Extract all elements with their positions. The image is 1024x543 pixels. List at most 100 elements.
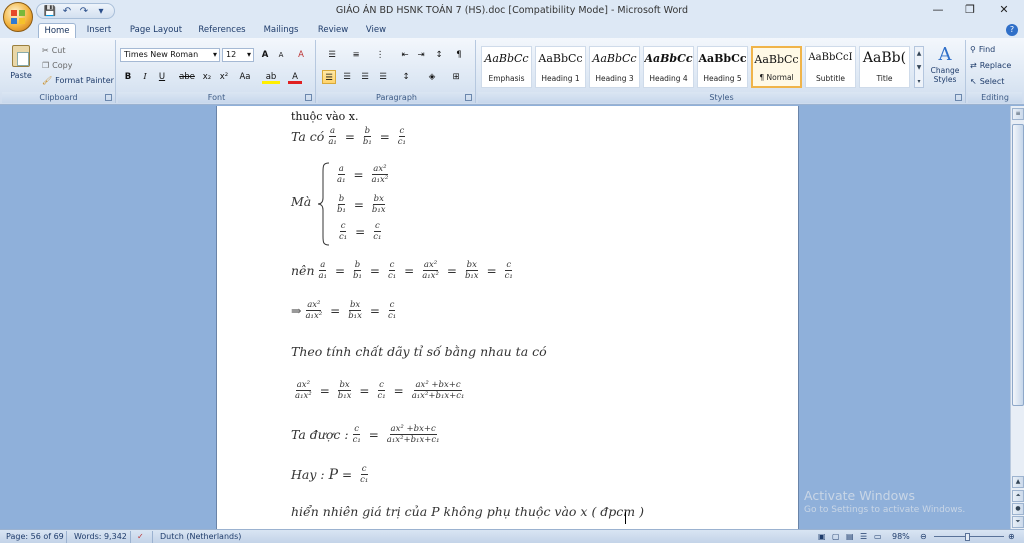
office-button[interactable]	[3, 2, 33, 32]
numerator: bx	[465, 260, 478, 271]
multilevel-list-icon[interactable]: ⋮	[370, 48, 390, 62]
replace-button[interactable]: ⇄ Replace	[970, 59, 1011, 72]
find-button[interactable]: ⚲ Find	[970, 43, 995, 56]
browse-object-icon[interactable]: ●	[1012, 503, 1024, 515]
restore-button[interactable]: ❐	[958, 2, 982, 18]
scrollbar-thumb[interactable]	[1012, 124, 1024, 406]
style-subtitle[interactable]: AaBbCcI Subtitle	[805, 46, 856, 88]
underline-button[interactable]: U	[155, 70, 169, 84]
chevron-down-icon: ▾	[246, 50, 251, 59]
decrease-indent-icon[interactable]: ⇤	[398, 48, 412, 62]
office-logo-icon	[11, 10, 26, 25]
superscript-button[interactable]: x²	[217, 70, 231, 84]
close-button[interactable]: ✕	[992, 2, 1016, 18]
highlight-icon[interactable]: ab	[262, 70, 280, 84]
clipboard-launcher-icon[interactable]	[105, 94, 112, 101]
language[interactable]: Dutch (Netherlands)	[160, 532, 241, 542]
numbering-icon[interactable]: ≡	[346, 48, 366, 62]
style-name: Heading 3	[595, 74, 634, 83]
justify-icon[interactable]: ☰	[376, 70, 390, 84]
strikethrough-button[interactable]: abe	[178, 70, 196, 84]
clear-formatting-icon[interactable]: A	[294, 48, 308, 62]
font-name-select[interactable]: Times New Roman ▾	[120, 48, 220, 62]
tab-insert[interactable]: Insert	[80, 23, 118, 38]
style-title[interactable]: AaBb(Title	[859, 46, 910, 88]
format-painter-button[interactable]: 🖌 Format Painter	[42, 74, 114, 87]
select-button[interactable]: ↖ Select	[970, 75, 1004, 88]
styles-scroll-icon[interactable]: ▲ ▼ ▾	[914, 46, 924, 88]
sort-icon[interactable]: ↕	[432, 48, 446, 62]
tab-page-layout[interactable]: Page Layout	[124, 23, 188, 38]
tab-review[interactable]: Review	[312, 23, 354, 38]
tab-mailings[interactable]: Mailings	[256, 23, 306, 38]
copy-label: Copy	[52, 61, 73, 70]
font-color-icon[interactable]: A	[288, 70, 302, 84]
italic-button[interactable]: I	[138, 70, 152, 84]
align-center-icon[interactable]: ☰	[340, 70, 354, 84]
style-normal[interactable]: AaBbCc ¶ Normal	[751, 46, 802, 88]
paragraph-launcher-icon[interactable]	[465, 94, 472, 101]
style-heading-1[interactable]: AaBbCc Heading 1	[535, 46, 586, 88]
minimize-button[interactable]: —	[926, 2, 950, 18]
fraction: ax² +bx+c a₁x²+b₁x+c₁	[411, 380, 466, 401]
font-size-select[interactable]: 12 ▾	[222, 48, 254, 62]
word-count[interactable]: Words: 9,342	[74, 532, 127, 542]
subscript-button[interactable]: x₂	[200, 70, 214, 84]
tab-view[interactable]: View	[360, 23, 392, 38]
align-left-icon[interactable]: ☰	[322, 70, 336, 84]
increase-indent-icon[interactable]: ⇥	[414, 48, 428, 62]
font-group-label: Font	[118, 92, 315, 103]
numerator: ax² +bx+c	[414, 380, 462, 391]
proofing-icon[interactable]: ✓	[137, 532, 144, 542]
shading-icon[interactable]: ◈	[422, 70, 442, 84]
equals: =	[486, 263, 497, 278]
fraction: a a₁	[318, 260, 328, 281]
page-count[interactable]: Page: 56 of 69	[6, 532, 64, 542]
style-heading-5[interactable]: AaBbCc Heading 5	[697, 46, 748, 88]
copy-button[interactable]: ❐ Copy	[42, 59, 72, 72]
next-page-icon[interactable]: ⏷	[1012, 516, 1024, 528]
style-name: Heading 4	[649, 74, 688, 83]
styles-launcher-icon[interactable]	[955, 94, 962, 101]
zoom-level[interactable]: 98%	[892, 532, 910, 542]
ribbon-tabs: Home Insert Page Layout References Maili…	[0, 22, 1024, 38]
scroll-up-icon[interactable]: ▲	[1012, 476, 1024, 488]
tab-home[interactable]: Home	[38, 23, 76, 38]
align-right-icon[interactable]: ☰	[358, 70, 372, 84]
shrink-font-icon[interactable]: A	[274, 48, 288, 62]
tab-references[interactable]: References	[192, 23, 252, 38]
cut-button[interactable]: ✂ Cut	[42, 44, 66, 57]
denominator: c₁	[377, 391, 386, 401]
bold-button[interactable]: B	[121, 70, 135, 84]
zoom-out-icon[interactable]: ⊖	[920, 532, 927, 542]
view-draft-icon[interactable]: ▭	[874, 532, 882, 542]
paste-button[interactable]: Paste	[6, 43, 36, 87]
zoom-slider-thumb[interactable]	[965, 533, 970, 541]
show-marks-icon[interactable]: ¶	[452, 48, 466, 62]
vertical-scrollbar[interactable]: ≡ ▲ ⏶ ● ⏷	[1010, 106, 1024, 529]
title-bar: 💾 ↶ ↷ ▾ GIÁO ÁN BD HSNK TOÁN 7 (HS).doc …	[0, 0, 1024, 32]
view-print-layout-icon[interactable]: ▣	[818, 532, 826, 542]
zoom-in-icon[interactable]: ⊕	[1008, 532, 1015, 542]
line-spacing-icon[interactable]: ↕	[396, 70, 416, 84]
style-emphasis[interactable]: AaBbCc Emphasis	[481, 46, 532, 88]
ruler-toggle-icon[interactable]: ≡	[1012, 108, 1024, 120]
previous-page-icon[interactable]: ⏶	[1012, 490, 1024, 502]
borders-icon[interactable]: ⊞	[446, 70, 466, 84]
document-page[interactable]: thuộc vào x. Ta có a a₁ = b b₁ = c c₁ Mà aa…	[216, 106, 799, 529]
view-outline-icon[interactable]: ☰	[860, 532, 867, 542]
change-case-button[interactable]: Aa	[236, 70, 254, 84]
view-full-screen-icon[interactable]: ▢	[832, 532, 840, 542]
equation-line-ta-duoc: Ta được : c c₁ = ax² +bx+c a₁x²+b₁x+c₁	[291, 424, 444, 445]
style-heading-4[interactable]: AaBbCc Heading 4	[643, 46, 694, 88]
denominator: c₁	[387, 271, 397, 281]
view-web-layout-icon[interactable]: ▤	[846, 532, 854, 542]
grow-font-icon[interactable]: A	[258, 48, 272, 62]
bullets-icon[interactable]: ☰	[322, 48, 342, 62]
change-styles-button[interactable]: A Change Styles	[926, 44, 964, 88]
style-name: Heading 1	[541, 74, 580, 83]
style-heading-3[interactable]: AaBbCc Heading 3	[589, 46, 640, 88]
help-icon[interactable]: ?	[1006, 24, 1018, 36]
font-launcher-icon[interactable]	[305, 94, 312, 101]
fraction: c c₁	[376, 380, 386, 401]
